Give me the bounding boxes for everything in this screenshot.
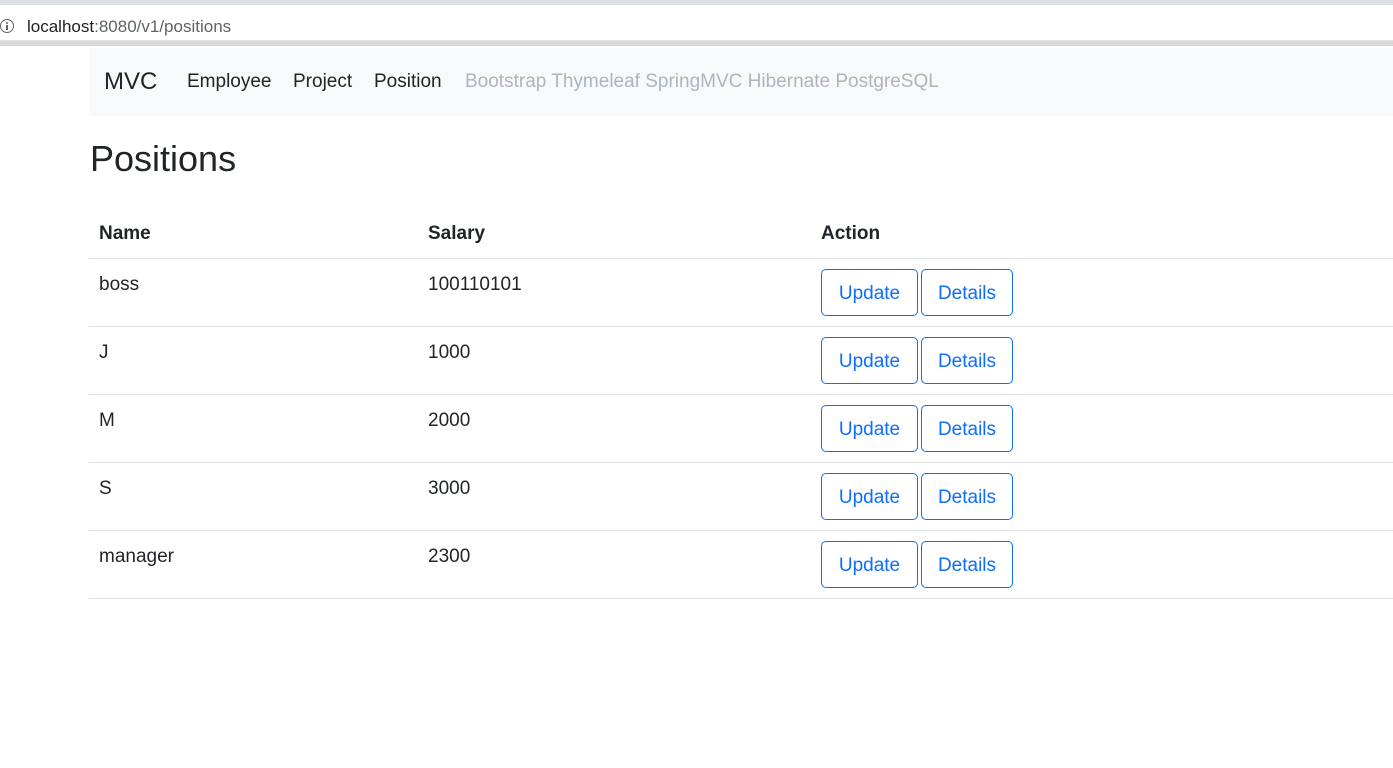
navbar-tech-stack: Bootstrap Thymeleaf SpringMVC Hibernate … — [465, 71, 939, 92]
url-host: localhost — [27, 17, 95, 36]
nav-link-employee[interactable]: Employee — [187, 71, 272, 93]
browser-divider — [0, 41, 1393, 46]
table-row: J 1000 Update Details — [89, 326, 1393, 395]
update-button[interactable]: Update — [821, 268, 918, 316]
cell-salary: 100110101 — [418, 258, 811, 327]
details-button[interactable]: Details — [921, 268, 1013, 316]
cell-salary: 2300 — [418, 530, 811, 599]
details-button[interactable]: Details — [921, 336, 1013, 384]
cell-action: Update Details — [811, 326, 1393, 395]
table-row: M 2000 Update Details — [89, 394, 1393, 463]
cell-name: M — [89, 394, 418, 463]
details-button[interactable]: Details — [921, 540, 1013, 588]
navbar-brand[interactable]: MVC — [104, 68, 157, 96]
update-button[interactable]: Update — [821, 472, 918, 520]
cell-salary: 3000 — [418, 462, 811, 531]
header-name: Name — [89, 210, 418, 259]
address-bar[interactable]: localhost:8080/v1/positions — [0, 5, 1393, 41]
cell-name: J — [89, 326, 418, 395]
update-button[interactable]: Update — [821, 404, 918, 452]
header-salary: Salary — [418, 210, 811, 259]
cell-action: Update Details — [811, 530, 1393, 599]
positions-table: Name Salary Action boss 100110101 Update… — [89, 210, 1393, 599]
cell-name: manager — [89, 530, 418, 599]
table-header-row: Name Salary Action — [89, 210, 1393, 259]
table-row: boss 100110101 Update Details — [89, 258, 1393, 327]
header-action: Action — [811, 210, 1393, 259]
cell-name: S — [89, 462, 418, 531]
details-button[interactable]: Details — [921, 404, 1013, 452]
url-path: :8080/v1/positions — [94, 17, 232, 36]
nav-link-project[interactable]: Project — [293, 71, 352, 93]
table-row: manager 2300 Update Details — [89, 530, 1393, 599]
details-button[interactable]: Details — [921, 472, 1013, 520]
positions-table-container: Name Salary Action boss 100110101 Update… — [89, 210, 1393, 599]
cell-action: Update Details — [811, 462, 1393, 531]
info-icon[interactable] — [0, 19, 14, 33]
nav-link-position[interactable]: Position — [374, 71, 442, 93]
page-title: Positions — [90, 138, 237, 179]
cell-action: Update Details — [811, 258, 1393, 327]
cell-name: boss — [89, 258, 418, 327]
cell-salary: 2000 — [418, 394, 811, 463]
table-row: S 3000 Update Details — [89, 462, 1393, 531]
address-url[interactable]: localhost:8080/v1/positions — [27, 17, 231, 37]
cell-salary: 1000 — [418, 326, 811, 395]
update-button[interactable]: Update — [821, 336, 918, 384]
navbar: MVC Employee Project Position Bootstrap … — [89, 48, 1393, 116]
update-button[interactable]: Update — [821, 540, 918, 588]
cell-action: Update Details — [811, 394, 1393, 463]
